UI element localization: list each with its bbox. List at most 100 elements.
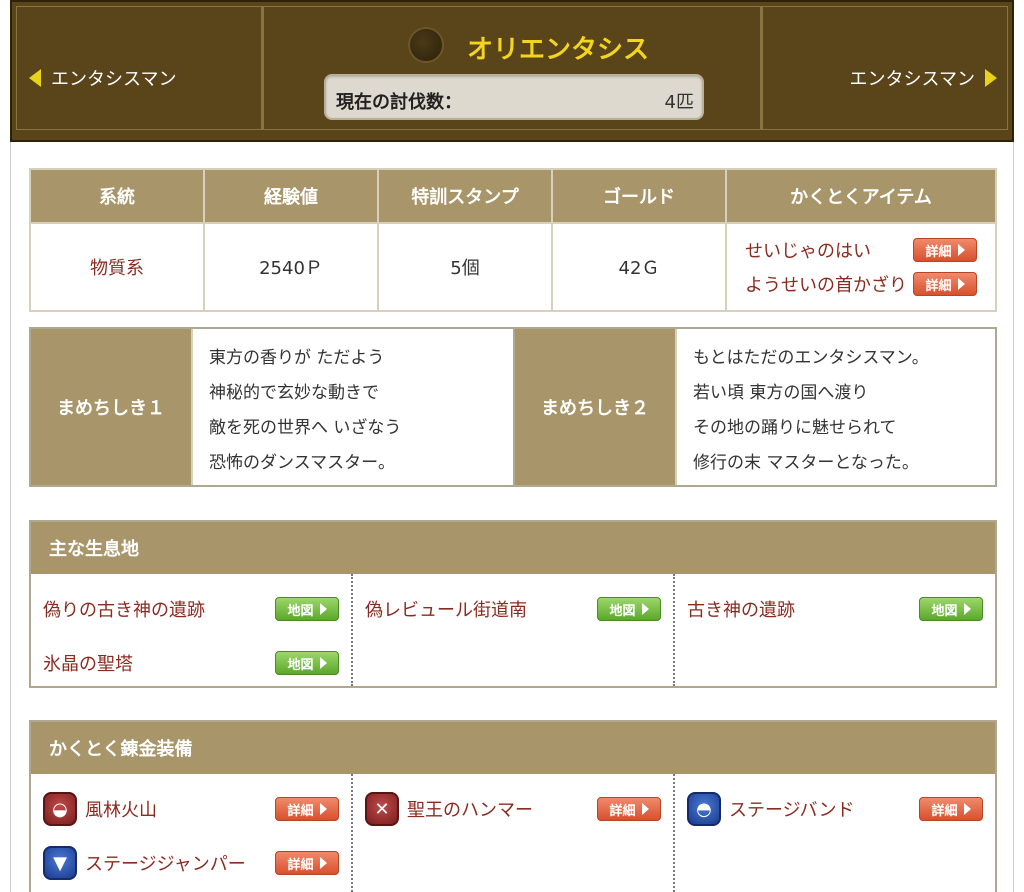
trivia-line: 神秘的で玄妙な動きで	[209, 383, 379, 403]
habitat-entry: 氷晶の聖塔 地図	[43, 636, 339, 690]
habitat-name[interactable]: 氷晶の聖塔	[43, 650, 133, 676]
detail-label: 詳細	[287, 803, 314, 819]
equipment-link[interactable]: ▼ ステージジャンパー	[43, 846, 246, 880]
defeat-count-value: 4匹	[664, 92, 694, 113]
map-button[interactable]: 地図	[275, 651, 339, 675]
play-icon	[963, 803, 971, 815]
trivia-line: 敵を死の世界へ いざなう	[209, 418, 402, 438]
stamps-value: 5個	[377, 222, 553, 312]
map-label: 地図	[287, 657, 314, 673]
habitat-body: 偽りの古き神の遺跡 地図 氷晶の聖塔 地図 偽レビュール街道南 地図 古き神の遺…	[31, 574, 995, 686]
play-icon	[319, 657, 327, 669]
map-button[interactable]: 地図	[275, 597, 339, 621]
hammer-icon: ✕	[365, 792, 399, 826]
monster-name: オリエンタシス	[467, 35, 650, 65]
map-label: 地図	[287, 603, 314, 619]
play-icon	[641, 603, 649, 615]
equipment-title: かくとく錬金装備	[31, 722, 995, 774]
header-stamps: 特訓スタンプ	[377, 168, 553, 224]
equipment-section: かくとく錬金装備 ◒ 風林火山 詳細 ▼ ステージジャンパー 詳細 ✕ 聖王のハ…	[29, 720, 997, 892]
equipment-column: ✕ 聖王のハンマー 詳細	[353, 774, 675, 892]
equipment-detail-button[interactable]: 詳細	[275, 797, 339, 821]
equipment-name: 聖王のハンマー	[407, 800, 533, 821]
trivia-panel: まめちしき１ 東方の香りが ただよう 神秘的で玄妙な動きで 敵を死の世界へ いざ…	[29, 327, 997, 487]
header-gold: ゴールド	[551, 168, 727, 224]
equipment-detail-button[interactable]: 詳細	[275, 851, 339, 875]
drop-item[interactable]: ようせいの首かざり 詳細	[727, 267, 995, 301]
habitat-column: 偽りの古き神の遺跡 地図 氷晶の聖塔 地図	[31, 574, 353, 686]
category-value[interactable]: 物質系	[29, 222, 205, 312]
equipment-name: ステージジャンパー	[85, 854, 246, 875]
header-category: 系統	[29, 168, 205, 224]
monster-title-cell: オリエンタシス 現在の討伐数： 4匹	[262, 6, 762, 130]
header-items: かくとくアイテム	[725, 168, 997, 224]
play-icon	[963, 603, 971, 615]
play-icon	[957, 278, 965, 290]
trivia-line: 修行の末 マスターとなった。	[693, 453, 919, 473]
equipment-link[interactable]: ◒ 風林火山	[43, 792, 157, 826]
habitat-entry: 古き神の遺跡 地図	[687, 582, 983, 636]
trivia-text-1: 東方の香りが ただよう 神秘的で玄妙な動きで 敵を死の世界へ いざなう 恐怖のダ…	[193, 329, 515, 485]
equipment-link[interactable]: ✕ 聖王のハンマー	[365, 792, 533, 826]
map-button[interactable]: 地図	[919, 597, 983, 621]
headgear-icon: ◒	[43, 792, 77, 826]
equipment-detail-button[interactable]: 詳細	[597, 797, 661, 821]
habitat-entry: 偽レビュール街道南 地図	[365, 582, 661, 636]
trivia-line: 東方の香りが ただよう	[209, 348, 385, 368]
play-icon	[957, 244, 965, 256]
helmet-icon: ◓	[687, 792, 721, 826]
habitat-column: 古き神の遺跡 地図	[675, 574, 995, 686]
trivia-label-1: まめちしき１	[31, 329, 193, 485]
equipment-name: ステージバンド	[729, 800, 855, 821]
equipment-column: ◓ ステージバンド 詳細	[675, 774, 995, 892]
prev-monster-cell[interactable]: エンタシスマン	[16, 6, 262, 130]
equipment-entry: ✕ 聖王のハンマー 詳細	[365, 782, 661, 836]
items-cell: せいじゃのはい 詳細 ようせいの首かざり 詳細	[725, 222, 997, 312]
drop-item-name[interactable]: ようせいの首かざり	[745, 271, 907, 297]
habitat-section: 主な生息地 偽りの古き神の遺跡 地図 氷晶の聖塔 地図 偽レビュール街道南 地図…	[29, 520, 997, 688]
trivia-line: もとはただのエンタシスマン。	[693, 348, 929, 368]
equipment-entry: ◓ ステージバンド 詳細	[687, 782, 983, 836]
detail-label: 詳細	[931, 803, 958, 819]
habitat-name[interactable]: 古き神の遺跡	[687, 596, 795, 622]
prev-monster-label: エンタシスマン	[51, 69, 177, 90]
equipment-entry: ▼ ステージジャンパー 詳細	[43, 836, 339, 890]
trivia-line: 若い頃 東方の国へ渡り	[693, 383, 869, 403]
next-monster-label: エンタシスマン	[849, 69, 975, 90]
next-monster-link[interactable]: エンタシスマン	[850, 65, 997, 91]
map-button[interactable]: 地図	[597, 597, 661, 621]
defeat-count-label: 現在の討伐数：	[336, 92, 462, 113]
arrow-right-icon	[985, 69, 997, 87]
trivia-label-2: まめちしき２	[515, 329, 677, 485]
equipment-link[interactable]: ◓ ステージバンド	[687, 792, 854, 826]
map-label: 地図	[609, 603, 636, 619]
play-icon	[319, 603, 327, 615]
habitat-column: 偽レビュール街道南 地図	[353, 574, 675, 686]
item-detail-button[interactable]: 詳細	[913, 238, 977, 262]
stats-table: 系統 経験値 特訓スタンプ ゴールド かくとくアイテム 物質系 2540Ｐ 5個…	[29, 168, 997, 312]
habitat-entry: 偽りの古き神の遺跡 地図	[43, 582, 339, 636]
equipment-entry: ◒ 風林火山 詳細	[43, 782, 339, 836]
monster-header: エンタシスマン オリエンタシス 現在の討伐数： 4匹 エンタシスマン	[10, 0, 1014, 142]
header-exp: 経験値	[203, 168, 379, 224]
detail-label: 詳細	[925, 278, 952, 294]
exp-value: 2540Ｐ	[203, 222, 379, 312]
equipment-body: ◒ 風林火山 詳細 ▼ ステージジャンパー 詳細 ✕ 聖王のハンマー 詳細 ◓ …	[31, 774, 995, 892]
body-armor-icon: ▼	[43, 846, 77, 880]
drop-item[interactable]: せいじゃのはい 詳細	[727, 233, 995, 267]
equipment-name: 風林火山	[85, 800, 157, 821]
item-detail-button[interactable]: 詳細	[913, 272, 977, 296]
equipment-column: ◒ 風林火山 詳細 ▼ ステージジャンパー 詳細	[31, 774, 353, 892]
defeat-count-box: 現在の討伐数： 4匹	[324, 74, 704, 120]
drop-item-name[interactable]: せいじゃのはい	[745, 237, 871, 263]
equipment-detail-button[interactable]: 詳細	[919, 797, 983, 821]
habitat-name[interactable]: 偽レビュール街道南	[365, 596, 527, 622]
prev-monster-link[interactable]: エンタシスマン	[29, 65, 176, 91]
habitat-title: 主な生息地	[31, 522, 995, 574]
trivia-line: 恐怖のダンスマスター。	[209, 453, 395, 473]
next-monster-cell[interactable]: エンタシスマン	[762, 6, 1008, 130]
detail-label: 詳細	[925, 244, 952, 260]
trivia-line: その地の踊りに魅せられて	[693, 418, 897, 438]
gold-value: 42Ｇ	[551, 222, 727, 312]
habitat-name[interactable]: 偽りの古き神の遺跡	[43, 596, 205, 622]
